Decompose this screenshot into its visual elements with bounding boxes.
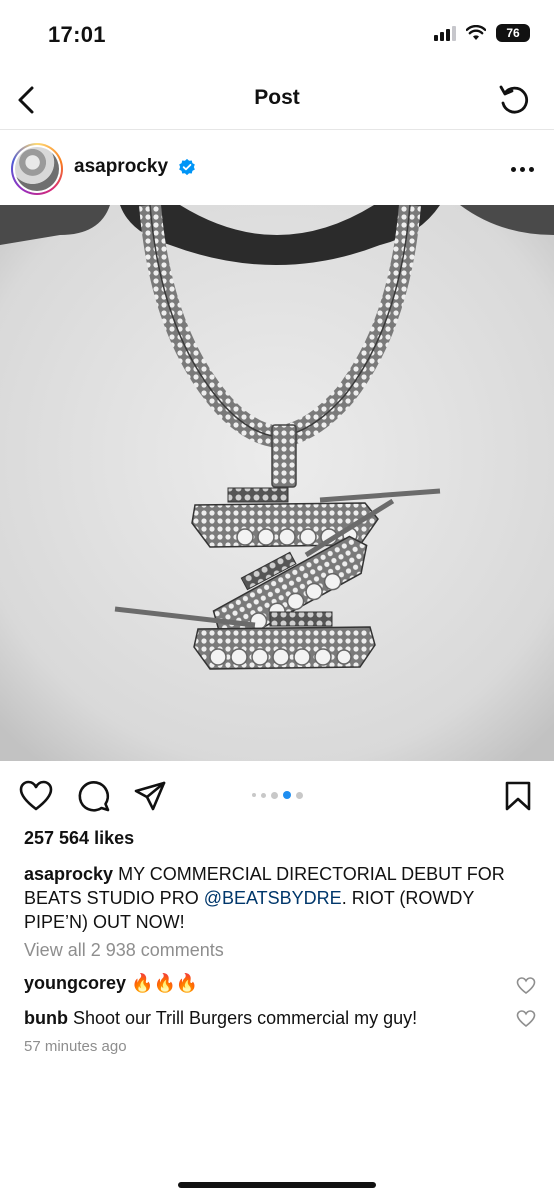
verified-badge-icon [179,158,195,176]
more-dot-icon [510,166,516,172]
status-bar: 17:01 76 [0,0,554,70]
comment-username[interactable]: youngcorey [24,973,126,993]
wifi-icon [466,25,486,40]
post-username[interactable]: asaprocky [74,156,168,178]
nav-bar: Post [0,70,554,130]
status-time: 17:01 [48,22,106,47]
more-options-button[interactable] [508,157,536,181]
avatar[interactable] [11,143,63,195]
likes-count[interactable]: 257 564 likes [24,828,134,849]
comment-username[interactable]: bunb [24,1008,68,1028]
caption-username[interactable]: asaprocky [24,864,113,884]
more-dot-icon [528,166,534,172]
battery-icon: 76 [496,24,530,42]
pendant-photo [0,205,554,761]
comment-row: youngcorey 🔥🔥🔥 [24,973,524,994]
more-dot-icon [519,166,525,172]
view-all-comments-link[interactable]: View all 2 938 comments [24,940,224,961]
comment-like-icon[interactable] [516,1009,536,1029]
carousel-dot [295,791,303,799]
carousel-dot [251,793,256,797]
page-title: Post [254,86,300,109]
profile-photo [15,147,59,191]
caption-mention[interactable]: @BEATSBYDRE [204,888,342,908]
refresh-button[interactable] [494,80,534,120]
refresh-icon [499,85,529,114]
post-caption: asaprocky MY COMMERCIAL DIRECTORIAL DEBU… [24,862,514,934]
comment-row: bunb Shoot our Trill Burgers commercial … [24,1008,524,1029]
post-header: asaprocky [0,131,554,205]
post-image[interactable] [0,205,554,761]
comment-like-icon[interactable] [516,976,536,996]
carousel-dot [260,792,266,798]
carousel-indicator [0,791,554,799]
status-icons: 76 [434,24,530,42]
save-button[interactable] [500,778,536,814]
post-action-bar [0,772,554,820]
home-indicator[interactable] [178,1182,376,1188]
comment-text: Shoot our Trill Burgers commercial my gu… [73,1008,418,1028]
post-timestamp: 57 minutes ago [24,1038,127,1055]
carousel-dot [270,791,278,799]
cellular-signal-icon [434,25,456,41]
post-screen: 17:01 76 Post asaprocky 257 564 likes as… [0,0,554,1200]
bookmark-icon [505,781,531,811]
comment-text: 🔥🔥🔥 [131,973,199,993]
carousel-dot [282,791,291,799]
